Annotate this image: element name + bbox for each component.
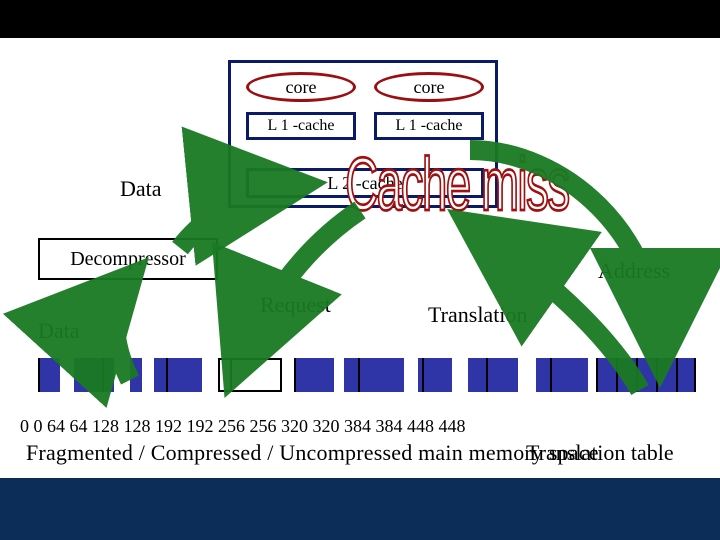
decompressor-label: Decompressor [70,248,186,271]
l1-cache-left: L 1 -cache [246,112,356,140]
data-label-bottom: Data [38,318,80,344]
core-left: core [246,72,356,102]
cache-miss-wordart: Cache miss [338,140,576,228]
translation-table-bar [596,358,696,392]
translation-label: Translation [428,302,527,328]
axis-tick-labels: 0 0 64 64 128 128 192 192 256 256 320 32… [20,416,466,437]
memory-bar [38,358,598,392]
address-label: Address [598,258,670,284]
request-label: Request [260,292,331,318]
l1-right-label: L 1 -cache [396,117,463,135]
decompressor-box: Decompressor [38,238,218,280]
core-left-label: core [286,77,317,98]
cache-miss-text: Cache miss [345,141,568,226]
l1-left-label: L 1 -cache [268,117,335,135]
l1-cache-right: L 1 -cache [374,112,484,140]
data-label-top: Data [120,176,162,202]
core-right-label: core [414,77,445,98]
core-right: core [374,72,484,102]
memory-space-label: Fragmented / Compressed / Uncompressed m… [26,440,599,466]
